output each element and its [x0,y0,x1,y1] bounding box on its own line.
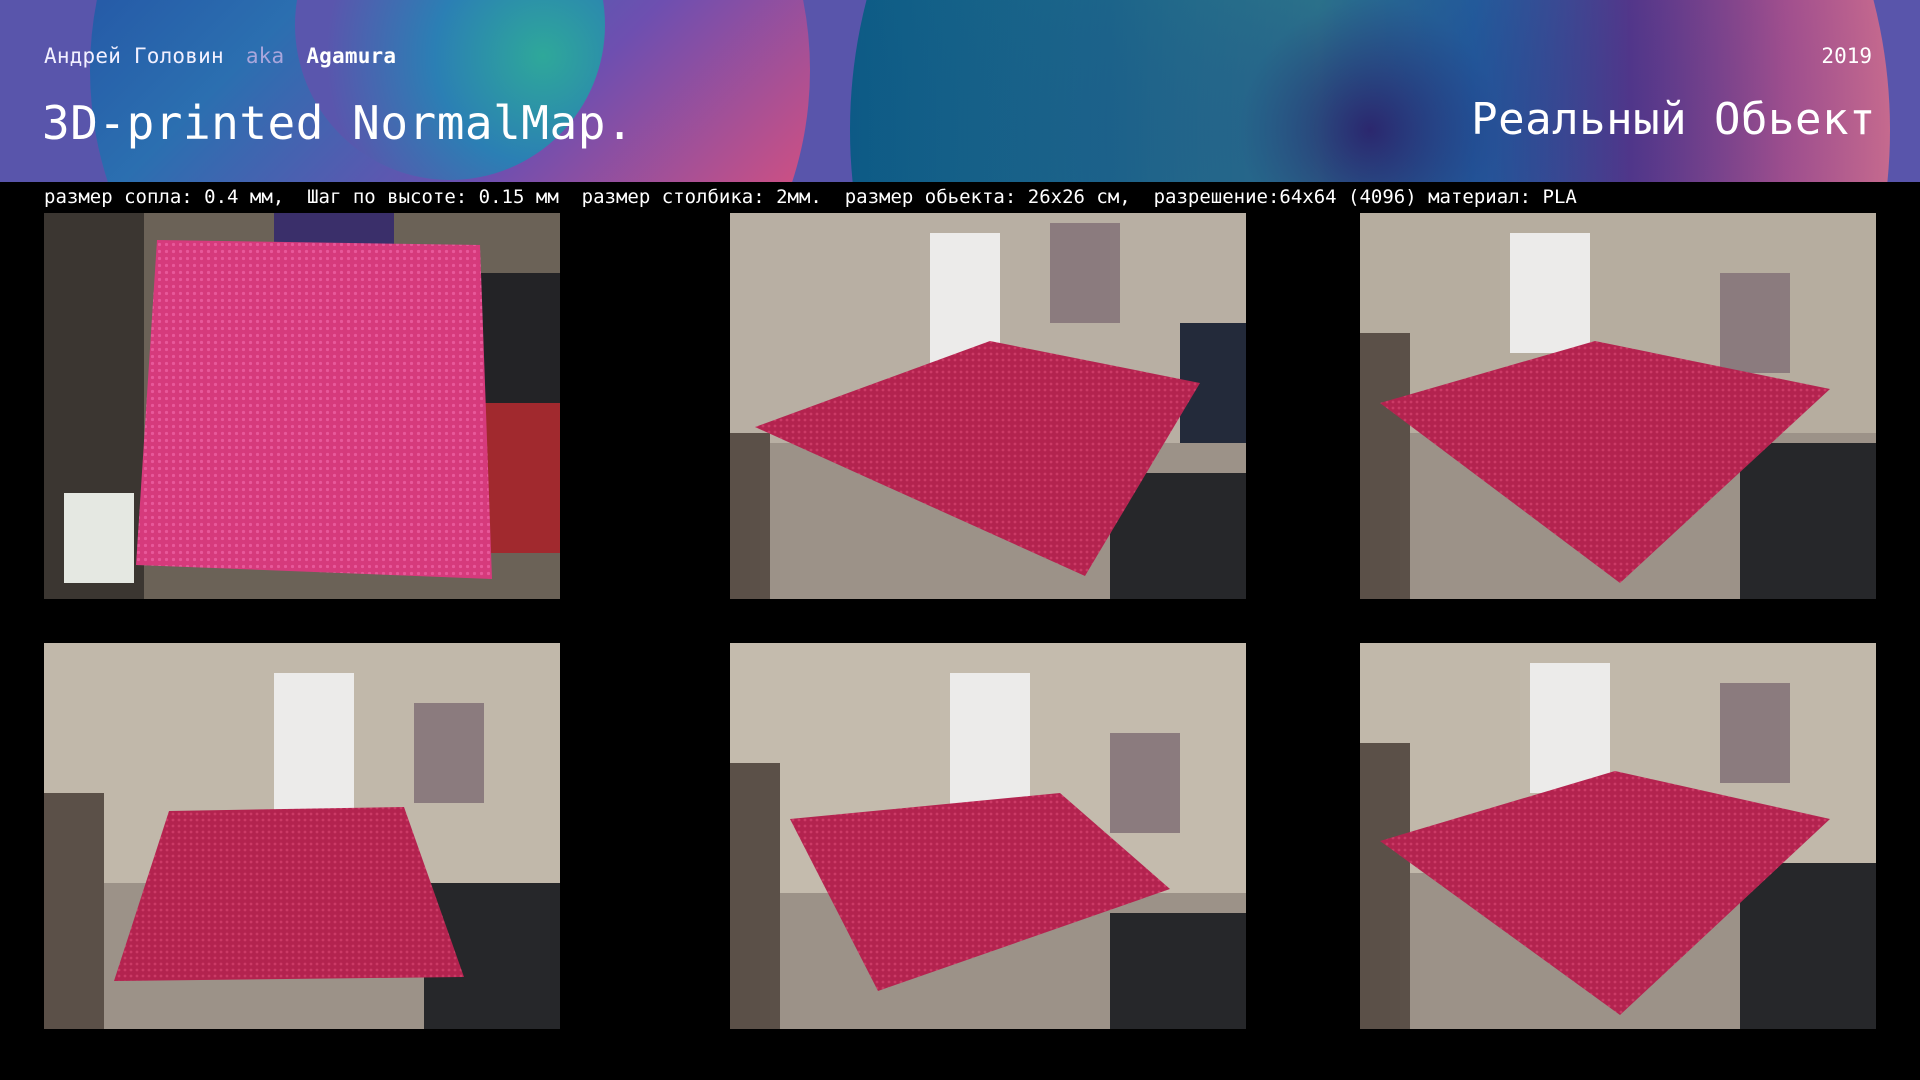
photo-angled-view-icon [1360,213,1876,599]
photo-angled-view-icon [730,643,1246,1029]
author-line: Андрей Головин aka Agamura [44,44,396,68]
author-name: Андрей Головин [44,44,224,68]
photo-angled-view-icon [730,213,1246,599]
page-title: 3D-printed NormalMap. [42,96,635,150]
photo-angled-view-icon [44,643,560,1029]
section-subtitle: Реальный Обьект [1471,94,1876,145]
slide: Андрей Головин aka Agamura 3D-printed Norm… [0,0,1920,1080]
author-nickname: Agamura [306,44,397,68]
year-label: 2019 [1821,44,1872,68]
gradient-background [90,0,1890,182]
aka-label: aka [245,44,285,68]
print-specs: размер сопла: 0.4 мм, Шаг по высоте: 0.1… [44,186,1577,208]
photo-angled-view-icon [1360,643,1876,1029]
header-banner: Андрей Головин aka Agamura 3D-printed Norm… [0,0,1920,182]
photo-top-view-icon [44,213,560,599]
